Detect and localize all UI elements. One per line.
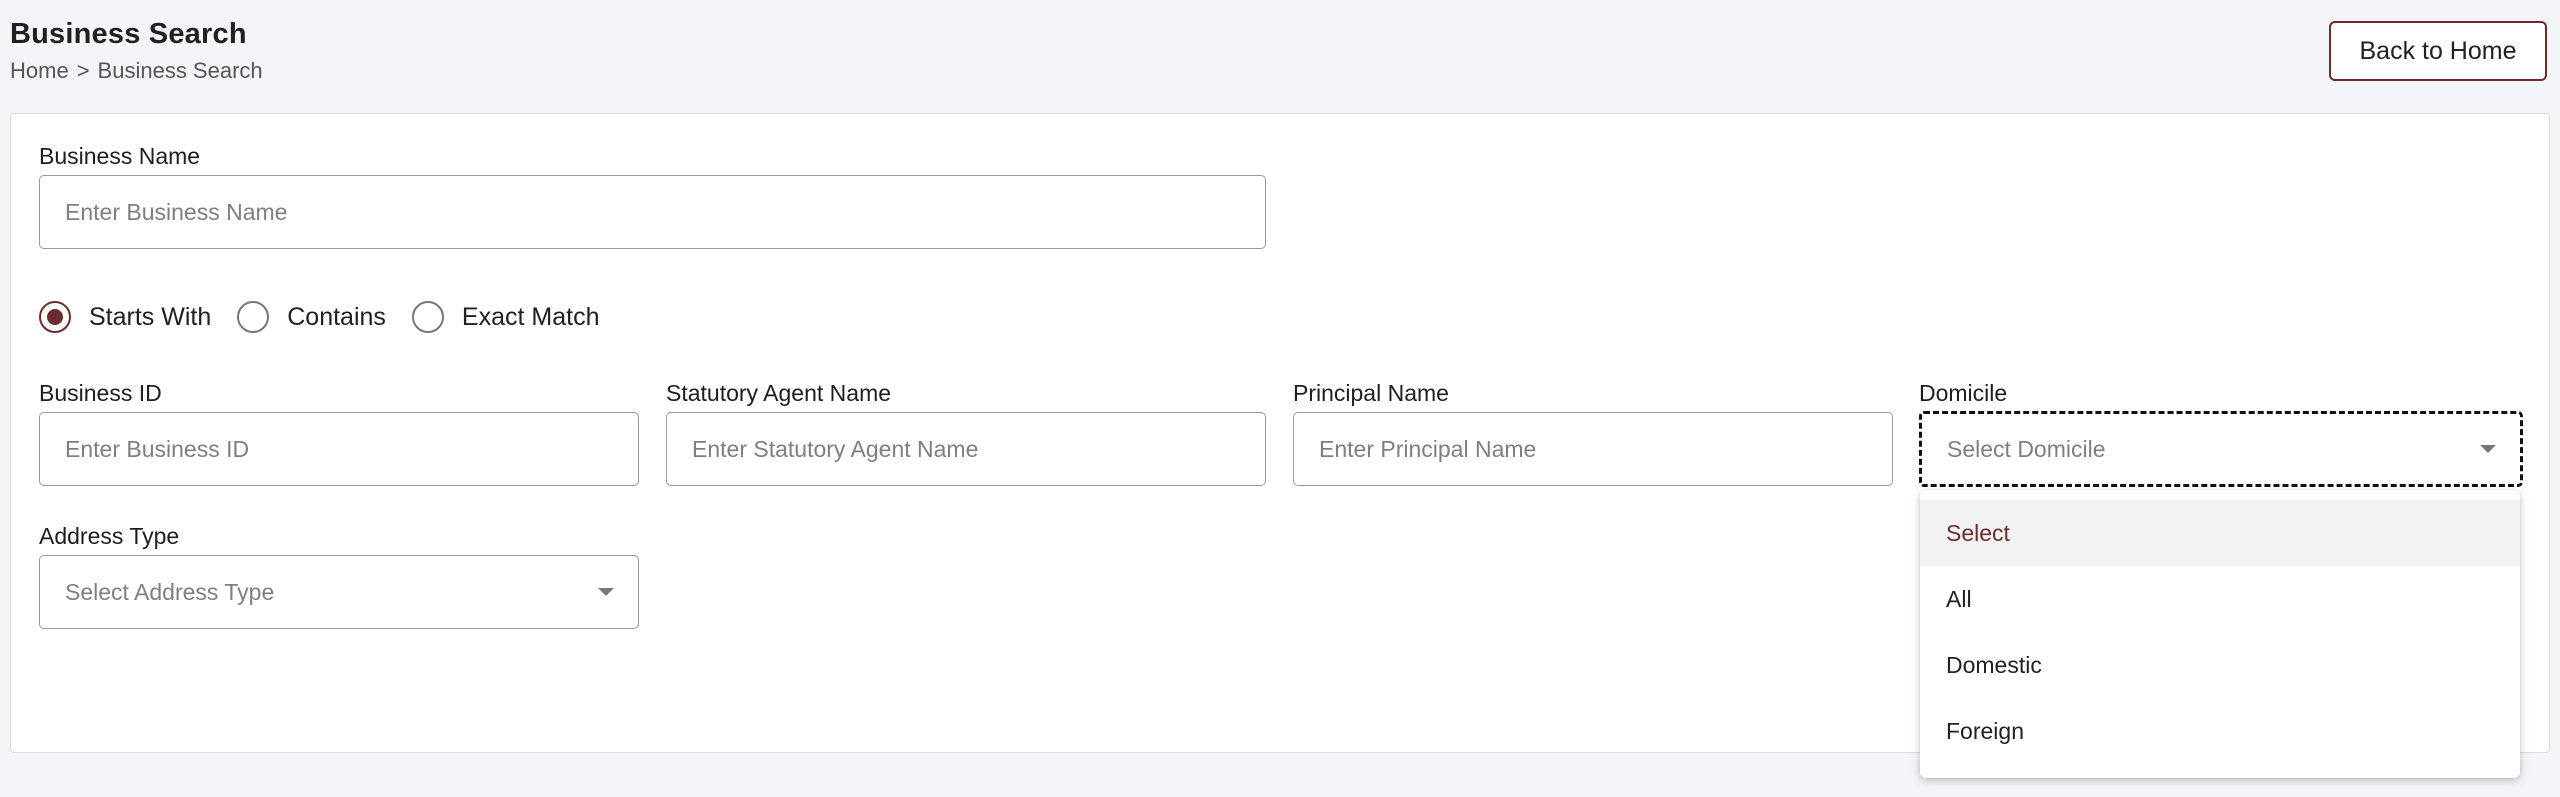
domicile-option-domestic[interactable]: Domestic (1920, 632, 2520, 698)
domicile-select[interactable]: Select Domicile (1919, 411, 2523, 487)
address-type-select-placeholder: Select Address Type (65, 578, 275, 605)
principal-name-label: Principal Name (1293, 380, 1449, 406)
domicile-select-placeholder: Select Domicile (1947, 435, 2106, 462)
domicile-option-select[interactable]: Select (1920, 500, 2520, 566)
principal-name-input[interactable] (1293, 412, 1893, 486)
domicile-dropdown-menu: Select All Domestic Foreign (1920, 490, 2520, 778)
business-id-label: Business ID (39, 380, 162, 406)
radio-checked-icon (39, 301, 71, 333)
radio-exact-match-label: Exact Match (461, 302, 600, 331)
radio-contains-label: Contains (287, 302, 386, 331)
business-name-input[interactable] (39, 175, 1266, 249)
business-search-page: Business Search Home > Business Search B… (0, 0, 2560, 797)
business-id-input[interactable] (39, 412, 639, 486)
business-name-label: Business Name (39, 143, 201, 169)
statutory-agent-input[interactable] (666, 412, 1266, 486)
breadcrumb-home-link[interactable]: Home (10, 58, 69, 84)
match-type-radio-group: Starts With Contains Exact Match (39, 301, 625, 333)
radio-unchecked-icon (237, 301, 270, 333)
radio-starts-with[interactable]: Starts With (39, 301, 211, 333)
radio-unchecked-icon (411, 301, 444, 333)
breadcrumb-separator: > (76, 58, 90, 83)
radio-exact-match[interactable]: Exact Match (411, 301, 600, 333)
address-type-label: Address Type (39, 523, 180, 549)
chevron-down-icon (2480, 445, 2496, 453)
back-to-home-button[interactable]: Back to Home (2329, 21, 2547, 81)
domicile-label: Domicile (1919, 380, 2008, 406)
statutory-agent-label: Statutory Agent Name (666, 380, 892, 406)
breadcrumb: Home > Business Search (10, 58, 263, 84)
breadcrumb-current: Business Search (97, 58, 263, 83)
radio-starts-with-label: Starts With (89, 302, 212, 331)
domicile-option-all[interactable]: All (1920, 566, 2520, 632)
radio-contains[interactable]: Contains (237, 301, 386, 333)
page-title: Business Search (10, 18, 247, 50)
address-type-select[interactable]: Select Address Type (39, 555, 639, 629)
page-header: Business Search Home > Business Search B… (0, 0, 2560, 112)
chevron-down-icon (598, 588, 614, 596)
domicile-option-foreign[interactable]: Foreign (1920, 698, 2520, 764)
